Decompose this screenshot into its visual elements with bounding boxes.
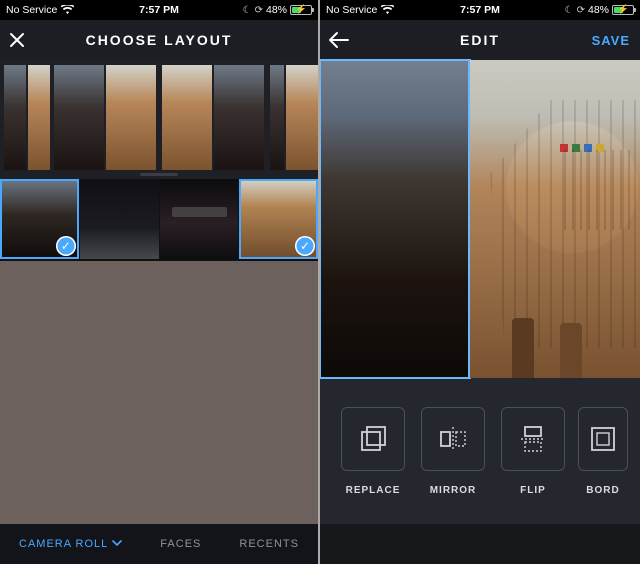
empty-grid-area (0, 261, 318, 524)
thumbnail[interactable] (160, 179, 239, 259)
edit-toolbar: REPLACE MIRROR FLIP BORD (320, 378, 640, 524)
tool-label: MIRROR (430, 485, 477, 496)
tool-label: BORD (586, 485, 619, 496)
status-bar: No Service 7:57 PM ☾ ⟳ 48% ⚡ (320, 0, 640, 20)
flip-icon (501, 407, 565, 471)
nav-bar: CHOOSE LAYOUT (0, 20, 318, 60)
layout-option[interactable] (270, 65, 318, 170)
nav-bar: EDIT SAVE (320, 20, 640, 60)
save-button[interactable]: SAVE (592, 20, 630, 60)
tool-border[interactable]: BORD (578, 407, 628, 496)
battery-percent: 48% (588, 4, 609, 16)
battery-icon: ⚡ (612, 5, 634, 15)
battery-percent: 48% (266, 4, 287, 16)
bottom-tab-bar: CAMERA ROLL FACES RECENTS (0, 524, 318, 564)
tool-replace[interactable]: REPLACE (338, 407, 408, 496)
border-icon (578, 407, 628, 471)
tab-camera-roll[interactable]: CAMERA ROLL (19, 538, 122, 550)
footer-strip (320, 524, 640, 564)
tab-faces[interactable]: FACES (160, 538, 201, 550)
selected-check-icon: ✓ (295, 236, 315, 256)
thumbnail[interactable] (80, 179, 159, 259)
battery-icon: ⚡ (290, 5, 312, 15)
layout-canvas[interactable] (320, 60, 640, 378)
tab-label: FACES (160, 538, 201, 550)
close-button[interactable] (8, 20, 26, 60)
tab-label: CAMERA ROLL (19, 538, 108, 550)
back-button[interactable] (328, 20, 350, 60)
thumbnail[interactable]: ✓ (0, 179, 79, 259)
tool-label: REPLACE (346, 485, 401, 496)
selected-check-icon: ✓ (56, 236, 76, 256)
tool-flip[interactable]: FLIP (498, 407, 568, 496)
dnd-moon-icon: ☾ (565, 5, 574, 16)
tab-recents[interactable]: RECENTS (239, 538, 299, 550)
layout-option[interactable] (162, 65, 266, 170)
chevron-down-icon (112, 538, 122, 550)
page-title: CHOOSE LAYOUT (86, 32, 233, 48)
tool-mirror[interactable]: MIRROR (418, 407, 488, 496)
layout-option[interactable] (4, 65, 50, 170)
layout-options-strip[interactable] (0, 60, 318, 175)
thumbnail[interactable]: ✓ (239, 179, 318, 259)
layout-option[interactable] (54, 65, 158, 170)
status-bar: No Service 7:57 PM ☾ ⟳ 48% ⚡ (0, 0, 318, 20)
canvas-panel-selected[interactable] (320, 60, 470, 378)
photo-thumbnails: ✓ ✓ (0, 179, 318, 261)
tab-label: RECENTS (239, 538, 299, 550)
tool-label: FLIP (520, 485, 546, 496)
page-title: EDIT (460, 32, 500, 48)
mirror-icon (421, 407, 485, 471)
dnd-moon-icon: ☾ (243, 5, 252, 16)
canvas-panel[interactable] (470, 60, 640, 378)
rotation-lock-icon: ⟳ (577, 5, 585, 16)
replace-icon (341, 407, 405, 471)
rotation-lock-icon: ⟳ (255, 5, 263, 16)
